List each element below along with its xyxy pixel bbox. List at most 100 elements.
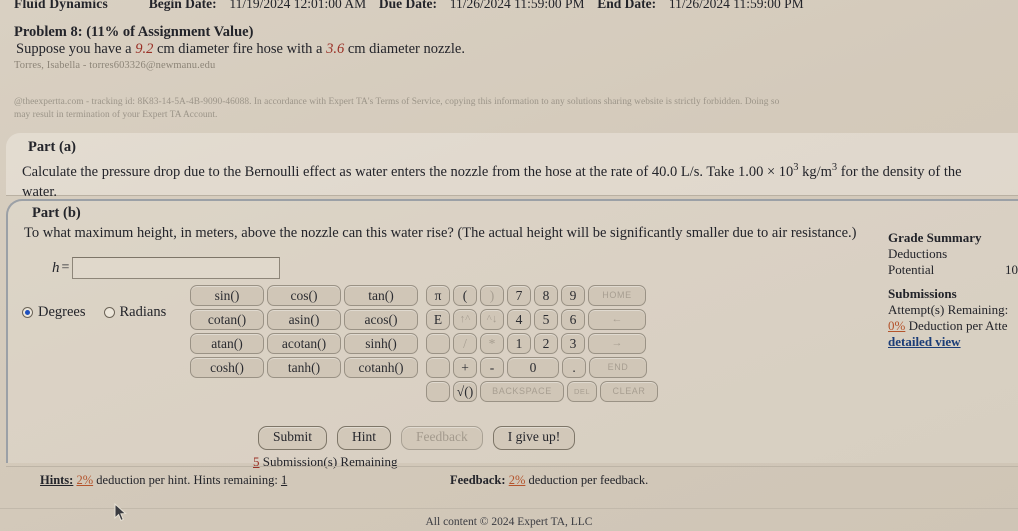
key-pi[interactable]: π (426, 285, 450, 306)
angle-mode-degrees[interactable]: Degrees (22, 304, 86, 321)
copyright-notice: All content © 2024 Expert TA, LLC (425, 516, 593, 528)
feedback-deduction-pct: 2% (508, 473, 526, 487)
due-date-value: 11/26/2024 11:59:00 PM (449, 0, 585, 11)
detailed-view-link[interactable]: detailed view (888, 334, 1018, 350)
angle-mode-selector: Degrees Radians (22, 304, 184, 321)
key-divide[interactable]: / (453, 333, 477, 354)
key-asin[interactable]: asin() (267, 309, 341, 330)
key-1[interactable]: 1 (507, 333, 531, 354)
feedback-deduction-text: deduction per feedback. (525, 473, 649, 487)
key-minus[interactable]: - (480, 357, 504, 378)
deductions-row: Deductions (888, 246, 1018, 262)
problem-page: Fluid Dynamics Begin Date: 11/19/2024 12… (0, 0, 1018, 531)
give-up-button[interactable]: I give up! (492, 426, 576, 450)
disclaimer-line-1: @theexpertta.com - tracking id: 8K83-14-… (14, 97, 780, 107)
answer-row: h = (52, 257, 281, 279)
key-cos[interactable]: cos() (267, 285, 341, 306)
submissions-remaining: 5 Submission(s) Remaining (253, 454, 397, 470)
part-b-label: Part (b) (32, 205, 81, 221)
statement-part-1: Suppose you have a (16, 41, 136, 57)
key-e-exponent[interactable]: E (426, 309, 450, 330)
key-delete[interactable]: DEL (567, 381, 597, 402)
key-8[interactable]: 8 (534, 285, 558, 306)
key-end[interactable]: END (589, 357, 647, 378)
key-square-root[interactable]: √() (453, 381, 477, 402)
key-tan[interactable]: tan() (344, 285, 418, 306)
key-arrow-left[interactable]: ← (588, 309, 646, 330)
student-identity: Torres, Isabella - torres603326@newmanu.… (14, 60, 216, 71)
key-cotan[interactable]: cotan() (190, 309, 264, 330)
angle-mode-radians[interactable]: Radians (103, 304, 167, 321)
answer-equals-sign: = (61, 260, 70, 275)
submit-button[interactable]: Submit (258, 426, 328, 450)
key-decimal-point[interactable]: . (562, 357, 586, 378)
problem-title: Problem 8: (11% of Assignment Value) (14, 24, 254, 40)
key-9[interactable]: 9 (561, 285, 585, 306)
hints-info: Hints: 2% deduction per hint. Hints rema… (40, 473, 287, 488)
angle-mode-radians-label: Radians (119, 304, 167, 320)
key-3[interactable]: 3 (561, 333, 585, 354)
answer-variable: h (52, 259, 60, 276)
footer-divider (6, 466, 1018, 467)
key-7[interactable]: 7 (507, 285, 531, 306)
begin-date-value: 11/19/2024 12:01:00 AM (229, 0, 367, 11)
deduction-per-attempt-row: 0% Deduction per Atte (888, 318, 1018, 334)
potential-value: 10 (1005, 262, 1018, 277)
key-cosh[interactable]: cosh() (190, 357, 264, 378)
key-0[interactable]: 0 (507, 357, 559, 378)
key-4[interactable]: 4 (507, 309, 531, 330)
tracking-disclaimer: @theexpertta.com - tracking id: 8K83-14-… (14, 96, 1018, 122)
key-sinh[interactable]: sinh() (344, 333, 418, 354)
angle-mode-degrees-label: Degrees (38, 304, 86, 320)
key-superscript-up[interactable]: ↑^ (453, 309, 477, 330)
key-acos[interactable]: acos() (344, 309, 418, 330)
key-acotan[interactable]: acotan() (267, 333, 341, 354)
key-cotanh[interactable]: cotanh() (344, 357, 418, 378)
key-home[interactable]: HOME (588, 285, 646, 306)
attempts-remaining-label: Attempt(s) Remaining: (888, 302, 1009, 317)
radio-radians-icon[interactable] (103, 307, 115, 318)
attempts-remaining-row: Attempt(s) Remaining: (888, 302, 1018, 318)
key-subscript-down[interactable]: ^↓ (480, 309, 504, 330)
answer-input[interactable] (72, 257, 281, 279)
key-arrow-right[interactable]: → (588, 333, 646, 354)
hints-deduction-pct: 2% (76, 473, 94, 487)
deductions-label: Deductions (888, 246, 948, 261)
key-2[interactable]: 2 (534, 333, 558, 354)
part-a-text-1: Calculate the pressure drop due to the B… (22, 163, 794, 180)
key-open-paren[interactable]: ( (453, 285, 477, 306)
key-plus[interactable]: + (453, 357, 477, 378)
part-b-panel[interactable]: Part (b) To what maximum height, in mete… (6, 199, 1018, 469)
hint-button[interactable]: Hint (337, 426, 392, 450)
key-close-paren[interactable]: ) (480, 285, 504, 306)
hose-diameter-value: 9.2 (135, 41, 154, 57)
action-buttons: Submit Hint Feedback I give up! (258, 426, 585, 450)
key-tanh[interactable]: tanh() (267, 357, 341, 378)
key-atan[interactable]: atan() (190, 333, 264, 354)
key-clear[interactable]: CLEAR (600, 381, 658, 402)
numeric-key-row: √() BACKSPACE DEL CLEAR (426, 381, 661, 402)
statement-part-2: cm diameter fire hose with a (153, 41, 327, 57)
bottom-divider (0, 508, 1018, 509)
statement-part-3: cm diameter nozzle. (344, 41, 465, 57)
feedback-info: Feedback: 2% deduction per feedback. (450, 473, 648, 488)
grade-summary-panel: Grade Summary Deductions Potential 10 Su… (888, 230, 1018, 350)
part-a-label: Part (a) (28, 139, 76, 155)
key-sin[interactable]: sin() (190, 285, 264, 306)
radio-degrees-icon[interactable] (22, 307, 33, 318)
key-blank-row5[interactable] (426, 381, 450, 402)
key-blank-row3[interactable] (426, 333, 450, 354)
end-date-value: 11/26/2024 11:59:00 PM (668, 0, 804, 11)
key-multiply[interactable]: * (480, 333, 504, 354)
function-key-row: atan() acotan() sinh() (190, 333, 421, 354)
key-5[interactable]: 5 (534, 309, 558, 330)
key-backspace[interactable]: BACKSPACE (480, 381, 564, 402)
part-a-panel[interactable]: Part (a) Calculate the pressure drop due… (6, 133, 1018, 200)
submissions-title: Submissions (888, 286, 957, 301)
function-key-row: cosh() tanh() cotanh() (190, 357, 421, 378)
hints-deduction-text: deduction per hint. Hints remaining: (93, 473, 281, 487)
due-date-label: Due Date: (378, 0, 437, 11)
key-blank-row4[interactable] (426, 357, 450, 378)
key-6[interactable]: 6 (561, 309, 585, 330)
disclaimer-line-2: may result in termination of your Expert… (14, 110, 218, 120)
